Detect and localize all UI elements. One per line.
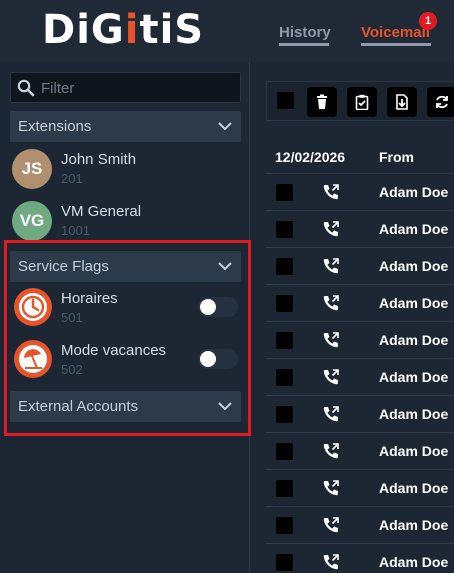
table-row[interactable]: Adam Doe xyxy=(266,321,454,358)
column-header-date[interactable]: 12/02/2026 xyxy=(275,149,345,165)
search-icon xyxy=(17,79,35,102)
toolbar xyxy=(266,81,454,121)
row-checkbox[interactable] xyxy=(276,443,293,460)
chevron-down-icon xyxy=(217,119,233,138)
incoming-call-icon xyxy=(322,553,340,573)
incoming-call-icon xyxy=(322,368,340,391)
row-checkbox[interactable] xyxy=(276,406,293,423)
row-from: Adam Doe xyxy=(379,443,449,459)
table-row[interactable]: Adam Doe xyxy=(266,395,454,432)
sidebar: Extensions JS John Smith 201 VG VM Gener… xyxy=(0,62,251,573)
delete-icon xyxy=(317,94,327,109)
table-row[interactable]: Adam Doe xyxy=(266,247,454,284)
table-row[interactable]: Adam Doe xyxy=(266,543,454,573)
extensions-section-header[interactable]: Extensions xyxy=(10,111,241,142)
avatar: VG xyxy=(12,201,52,241)
highlight-box xyxy=(4,240,251,436)
voicemail-count-badge: 1 xyxy=(419,12,437,30)
mark-listened-button[interactable] xyxy=(347,87,377,117)
extension-name: VM General xyxy=(61,203,142,220)
download-icon xyxy=(396,94,408,110)
voicemail-panel: 12/02/2026 From Adam Doe Adam Doe Adam Doe… xyxy=(251,62,454,573)
row-checkbox[interactable] xyxy=(276,369,293,386)
row-from: Adam Doe xyxy=(379,406,449,422)
row-from: Adam Doe xyxy=(379,221,449,237)
row-checkbox[interactable] xyxy=(276,554,293,571)
incoming-call-icon xyxy=(322,516,340,539)
table-row[interactable]: Adam Doe xyxy=(266,210,454,247)
column-header-from[interactable]: From xyxy=(379,149,414,165)
table-row[interactable]: Adam Doe xyxy=(266,506,454,543)
filter-box[interactable] xyxy=(10,72,241,103)
row-checkbox[interactable] xyxy=(276,258,293,275)
row-from: Adam Doe xyxy=(379,184,449,200)
extension-number: 201 xyxy=(61,171,83,186)
row-from: Adam Doe xyxy=(379,332,449,348)
row-checkbox[interactable] xyxy=(276,480,293,497)
incoming-call-icon xyxy=(322,220,340,243)
table-row[interactable]: Adam Doe xyxy=(266,358,454,395)
row-from: Adam Doe xyxy=(379,480,449,496)
tab-history[interactable]: History xyxy=(279,24,331,41)
row-checkbox[interactable] xyxy=(276,332,293,349)
row-from: Adam Doe xyxy=(379,258,449,274)
clipboard-check-icon xyxy=(355,94,369,110)
delete-button[interactable] xyxy=(307,87,337,117)
app-header: DiGitiS History Voicemail 1 xyxy=(0,0,454,62)
logo-part-2: i xyxy=(124,7,140,53)
row-from: Adam Doe xyxy=(379,517,449,533)
extension-number: 1001 xyxy=(61,223,90,238)
table-row[interactable]: Adam Doe xyxy=(266,469,454,506)
row-from: Adam Doe xyxy=(379,554,449,570)
tab-voicemail[interactable]: Voicemail xyxy=(361,24,430,41)
incoming-call-icon xyxy=(322,257,340,280)
table-row[interactable]: Adam Doe xyxy=(266,432,454,469)
table-row[interactable]: Adam Doe xyxy=(266,173,454,210)
refresh-button[interactable] xyxy=(427,87,454,117)
extension-name: John Smith xyxy=(61,151,137,168)
avatar: JS xyxy=(12,149,52,189)
logo-part-3: tiS xyxy=(139,7,205,53)
row-checkbox[interactable] xyxy=(276,221,293,238)
logo-part-1: DiG xyxy=(42,7,125,53)
row-from: Adam Doe xyxy=(379,369,449,385)
extensions-section-label: Extensions xyxy=(18,118,92,135)
incoming-call-icon xyxy=(322,183,340,206)
refresh-icon xyxy=(436,95,448,109)
row-from: Adam Doe xyxy=(379,295,449,311)
tab-voicemail-underline xyxy=(361,43,431,46)
row-checkbox[interactable] xyxy=(276,517,293,534)
row-checkbox[interactable] xyxy=(276,184,293,201)
incoming-call-icon xyxy=(322,405,340,428)
tab-history-underline xyxy=(279,43,329,46)
extension-item-john-smith[interactable]: JS John Smith 201 xyxy=(12,149,242,195)
incoming-call-icon xyxy=(322,442,340,465)
filter-input[interactable] xyxy=(41,76,236,100)
incoming-call-icon xyxy=(322,294,340,317)
row-checkbox[interactable] xyxy=(276,295,293,312)
download-button[interactable] xyxy=(387,87,417,117)
select-all-checkbox[interactable] xyxy=(277,92,294,109)
table-row[interactable]: Adam Doe xyxy=(266,284,454,321)
incoming-call-icon xyxy=(322,479,340,502)
incoming-call-icon xyxy=(322,331,340,354)
app-logo: DiGitiS xyxy=(42,8,204,52)
